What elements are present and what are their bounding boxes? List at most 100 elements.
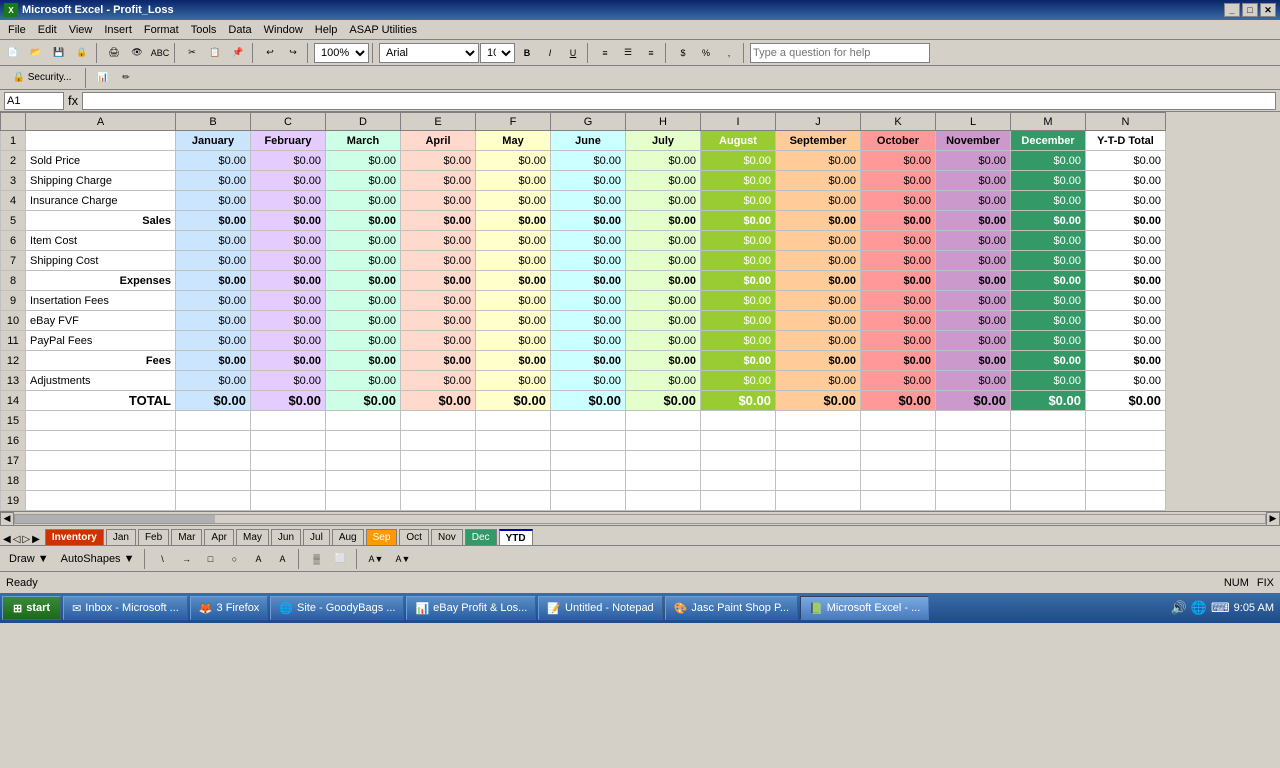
cell-empty-15-13[interactable] [1086,411,1166,431]
cell-F9[interactable]: $0.00 [476,291,551,311]
cell-N2[interactable]: $0.00 [1086,151,1166,171]
cell-J8[interactable]: $0.00 [776,271,861,291]
cell-empty-16-12[interactable] [1011,431,1086,451]
col-header-a[interactable]: A [26,113,176,131]
cell-D7[interactable]: $0.00 [326,251,401,271]
cell-empty-15-7[interactable] [626,411,701,431]
cell-G13[interactable]: $0.00 [551,371,626,391]
tab-scroll-right2[interactable]: ▷ [22,534,30,545]
task-excel[interactable]: 📗 Microsoft Excel - ... [800,596,929,620]
cell-J10[interactable]: $0.00 [776,311,861,331]
cell-L2[interactable]: $0.00 [936,151,1011,171]
col-header-c[interactable]: C [251,113,326,131]
cell-F3[interactable]: $0.00 [476,171,551,191]
cell-M7[interactable]: $0.00 [1011,251,1086,271]
cell-K12[interactable]: $0.00 [861,351,936,371]
zoom-select[interactable]: 100% [314,43,369,63]
cell-N9[interactable]: $0.00 [1086,291,1166,311]
cell-K14[interactable]: $0.00 [861,391,936,411]
col-header-l[interactable]: L [936,113,1011,131]
cell-empty-16-11[interactable] [936,431,1011,451]
cell-L8[interactable]: $0.00 [936,271,1011,291]
cell-a12[interactable]: Fees [26,351,176,371]
cell-K5[interactable]: $0.00 [861,211,936,231]
cell-empty-18-6[interactable] [551,471,626,491]
cell-F6[interactable]: $0.00 [476,231,551,251]
cell-empty-19-6[interactable] [551,491,626,511]
cell-C5[interactable]: $0.00 [251,211,326,231]
copy-button[interactable]: 📋 [204,42,226,64]
formula-input[interactable] [82,92,1276,110]
tab-jun[interactable]: Jun [271,529,301,545]
arrow-tool[interactable]: → [176,548,198,570]
cell-D4[interactable]: $0.00 [326,191,401,211]
cell-D13[interactable]: $0.00 [326,371,401,391]
security-button[interactable]: 🔒 Security... [2,67,82,89]
cell-C9[interactable]: $0.00 [251,291,326,311]
cell-K11[interactable]: $0.00 [861,331,936,351]
col-header-f[interactable]: F [476,113,551,131]
scroll-thumb-h[interactable] [15,515,215,523]
cell-M4[interactable]: $0.00 [1011,191,1086,211]
redo-button[interactable]: ↪ [282,42,304,64]
cell-D9[interactable]: $0.00 [326,291,401,311]
cell-L12[interactable]: $0.00 [936,351,1011,371]
cell-empty-19-10[interactable] [861,491,936,511]
horizontal-scrollbar[interactable]: ◀ ▶ [0,511,1280,525]
cell-empty-16-8[interactable] [701,431,776,451]
cell-empty-18-4[interactable] [401,471,476,491]
cell-empty-15-3[interactable] [326,411,401,431]
cell-E4[interactable]: $0.00 [401,191,476,211]
row-num-6[interactable]: 6 [1,231,26,251]
cell-E11[interactable]: $0.00 [401,331,476,351]
permission-button[interactable]: 🔒 [71,42,93,64]
tab-aug[interactable]: Aug [332,529,364,545]
cell-B3[interactable]: $0.00 [176,171,251,191]
cell-l1[interactable]: November [936,131,1011,151]
cell-K8[interactable]: $0.00 [861,271,936,291]
cell-L11[interactable]: $0.00 [936,331,1011,351]
cell-empty-19-8[interactable] [701,491,776,511]
cell-G2[interactable]: $0.00 [551,151,626,171]
task-inbox[interactable]: ✉ Inbox - Microsoft ... [63,596,188,620]
cell-empty-17-8[interactable] [701,451,776,471]
cell-B10[interactable]: $0.00 [176,311,251,331]
cell-C12[interactable]: $0.00 [251,351,326,371]
menu-file[interactable]: File [2,22,32,38]
cell-E7[interactable]: $0.00 [401,251,476,271]
cell-a1[interactable] [26,131,176,151]
start-button[interactable]: ⊞ start [2,596,61,620]
cell-empty-16-0[interactable] [26,431,176,451]
cell-C6[interactable]: $0.00 [251,231,326,251]
cell-K2[interactable]: $0.00 [861,151,936,171]
cell-D8[interactable]: $0.00 [326,271,401,291]
cell-N12[interactable]: $0.00 [1086,351,1166,371]
cell-B12[interactable]: $0.00 [176,351,251,371]
menu-asap[interactable]: ASAP Utilities [343,22,423,38]
align-left-button[interactable]: ≡ [594,42,616,64]
row-num-15[interactable]: 15 [1,411,26,431]
cell-empty-17-9[interactable] [776,451,861,471]
draw-button[interactable]: Draw ▼ [4,548,54,570]
cell-H2[interactable]: $0.00 [626,151,701,171]
cell-I4[interactable]: $0.00 [701,191,776,211]
cell-d1[interactable]: March [326,131,401,151]
cell-M13[interactable]: $0.00 [1011,371,1086,391]
cell-empty-15-5[interactable] [476,411,551,431]
col-header-g[interactable]: G [551,113,626,131]
font-select[interactable]: Arial [379,43,479,63]
tab-sep[interactable]: Sep [366,529,398,545]
cell-L14[interactable]: $0.00 [936,391,1011,411]
cell-I9[interactable]: $0.00 [701,291,776,311]
cell-I2[interactable]: $0.00 [701,151,776,171]
cell-empty-19-13[interactable] [1086,491,1166,511]
cell-I13[interactable]: $0.00 [701,371,776,391]
save-button[interactable]: 💾 [48,42,70,64]
cell-empty-15-6[interactable] [551,411,626,431]
help-input[interactable] [750,43,930,63]
cell-H8[interactable]: $0.00 [626,271,701,291]
cell-a3[interactable]: Shipping Charge [26,171,176,191]
cell-empty-18-2[interactable] [251,471,326,491]
cell-G12[interactable]: $0.00 [551,351,626,371]
cell-empty-16-3[interactable] [326,431,401,451]
